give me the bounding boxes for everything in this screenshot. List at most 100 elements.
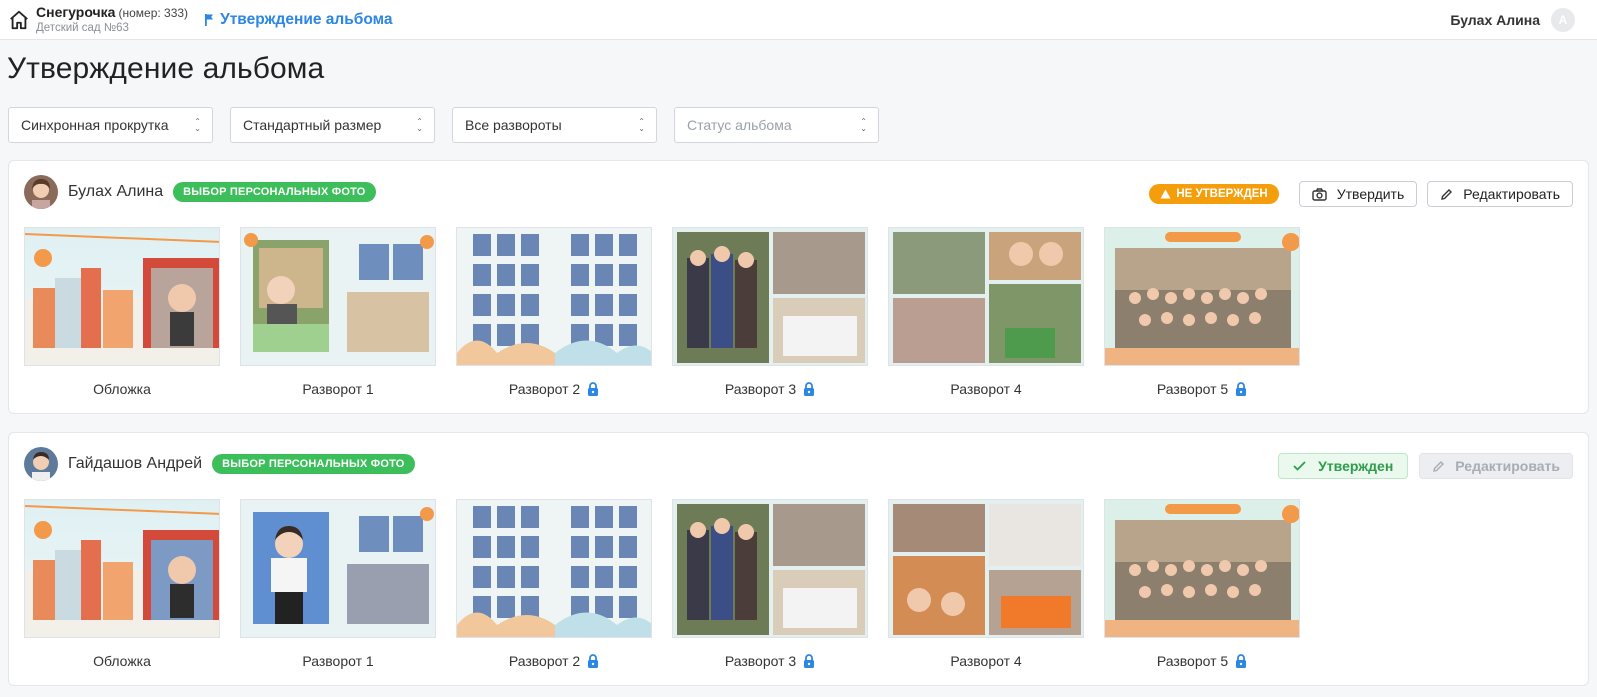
approved-status: Утвержден bbox=[1278, 453, 1409, 479]
group-number: (номер: 333) bbox=[118, 5, 189, 20]
spread-item: Разворот 3 bbox=[672, 499, 868, 670]
album-header: Гайдашов Андрей ВЫБОР ПЕРСОНАЛЬНЫХ ФОТО bbox=[24, 447, 415, 481]
approve-button[interactable]: Утвердить bbox=[1298, 181, 1418, 207]
spread-thumbnail[interactable] bbox=[240, 227, 436, 366]
spread-item: Разворот 1 bbox=[240, 227, 436, 398]
camera-icon bbox=[1312, 187, 1327, 201]
spread-label: Разворот 2 bbox=[508, 381, 581, 397]
spreads-select[interactable]: Все развороты ⌃ ⌄ bbox=[452, 107, 657, 143]
spread-item: Разворот 2 bbox=[456, 499, 652, 670]
lock-icon bbox=[804, 654, 815, 668]
spread-thumbnail[interactable] bbox=[24, 499, 220, 638]
stage-badge: ВЫБОР ПЕРСОНАЛЬНЫХ ФОТО bbox=[173, 182, 376, 202]
status-badge: НЕ УТВЕРЖДЕН bbox=[1149, 184, 1279, 204]
avatar: А bbox=[1551, 8, 1575, 32]
spread-label: Обложка bbox=[93, 381, 151, 397]
spread-item: Разворот 1 bbox=[240, 499, 436, 670]
spread-thumbnail[interactable] bbox=[1104, 499, 1300, 638]
spread-label: Разворот 1 bbox=[302, 381, 374, 397]
stage-badge: ВЫБОР ПЕРСОНАЛЬНЫХ ФОТО bbox=[212, 454, 415, 474]
spreads-row: Обложка Разворот 1 Разворот 2 Разворот 3… bbox=[24, 227, 1320, 398]
spread-label: Обложка bbox=[93, 653, 151, 669]
scroll-mode-select[interactable]: Синхронная прокрутка ⌃ ⌄ bbox=[8, 107, 213, 143]
user-name: Булах Алина bbox=[1450, 12, 1540, 28]
spread-thumbnail[interactable] bbox=[1104, 227, 1300, 366]
lock-icon bbox=[588, 382, 599, 396]
spread-caption: Разворот 2 bbox=[509, 652, 599, 670]
spread-caption: Разворот 4 bbox=[950, 652, 1021, 670]
spread-thumbnail[interactable] bbox=[888, 227, 1084, 366]
spread-thumbnail[interactable] bbox=[888, 499, 1084, 638]
album-card: Гайдашов Андрей ВЫБОР ПЕРСОНАЛЬНЫХ ФОТО … bbox=[8, 432, 1589, 686]
user-menu[interactable]: Булах Алина А bbox=[1450, 0, 1575, 40]
spread-item: Обложка bbox=[24, 227, 220, 398]
lock-icon bbox=[1236, 654, 1247, 668]
size-select[interactable]: Стандартный размер ⌃ ⌄ bbox=[230, 107, 435, 143]
pencil-icon bbox=[1433, 460, 1445, 472]
album-status-select[interactable]: Статус альбома ⌃ ⌄ bbox=[674, 107, 879, 143]
spread-item: Разворот 2 bbox=[456, 227, 652, 398]
breadcrumb[interactable]: Утверждение альбома bbox=[204, 10, 393, 29]
top-bar: Снегурочка (номер: 333) Детский сад №63 У… bbox=[0, 0, 1597, 40]
child-name: Гайдашов Андрей bbox=[68, 455, 203, 472]
spread-thumbnail[interactable] bbox=[672, 499, 868, 638]
spread-item: Разворот 4 bbox=[888, 499, 1084, 670]
home-icon[interactable] bbox=[8, 9, 30, 31]
chevron-updown-icon: ⌃ ⌄ bbox=[860, 117, 867, 133]
spread-caption: Разворот 1 bbox=[302, 380, 373, 398]
group-name: Снегурочка bbox=[36, 3, 116, 20]
spread-caption: Разворот 3 bbox=[725, 380, 815, 398]
flag-icon bbox=[205, 13, 214, 26]
spread-item: Разворот 5 bbox=[1104, 227, 1300, 398]
spread-thumbnail[interactable] bbox=[24, 227, 220, 366]
spread-label: Разворот 5 bbox=[1156, 381, 1229, 397]
page-title: Утверждение альбома bbox=[7, 52, 325, 85]
album-status-placeholder: Статус альбома bbox=[687, 117, 792, 133]
breadcrumb-label: Утверждение альбома bbox=[220, 10, 393, 28]
edit-button: Редактировать bbox=[1419, 453, 1573, 479]
spread-label: Разворот 4 bbox=[950, 653, 1022, 669]
album-actions: НЕ УТВЕРЖДЕН Утвердить Редактировать bbox=[1149, 181, 1573, 207]
chevron-updown-icon: ⌃ ⌄ bbox=[416, 117, 423, 133]
spreads-value: Все развороты bbox=[465, 117, 562, 133]
album-card: Булах Алина ВЫБОР ПЕРСОНАЛЬНЫХ ФОТО НЕ У… bbox=[8, 160, 1589, 414]
lock-icon bbox=[588, 654, 599, 668]
spread-thumbnail[interactable] bbox=[456, 227, 652, 366]
edit-label: Редактировать bbox=[1455, 458, 1560, 474]
spread-item: Разворот 5 bbox=[1104, 499, 1300, 670]
child-avatar bbox=[24, 447, 58, 481]
album-header: Булах Алина ВЫБОР ПЕРСОНАЛЬНЫХ ФОТО bbox=[24, 175, 376, 209]
size-value: Стандартный размер bbox=[243, 117, 382, 133]
spread-label: Разворот 3 bbox=[724, 381, 797, 397]
chevron-updown-icon: ⌃ ⌄ bbox=[194, 117, 201, 133]
spread-caption: Обложка bbox=[93, 652, 151, 670]
kindergarten-name: Детский сад №63 bbox=[36, 21, 129, 34]
check-icon bbox=[1293, 461, 1306, 471]
chevron-updown-icon: ⌃ ⌄ bbox=[638, 117, 645, 133]
scroll-mode-value: Синхронная прокрутка bbox=[21, 117, 169, 133]
spreads-row: Обложка Разворот 1 Разворот 2 Разворот 3… bbox=[24, 499, 1320, 670]
approved-label: Утвержден bbox=[1318, 458, 1394, 474]
edit-label: Редактировать bbox=[1463, 186, 1560, 202]
pencil-icon bbox=[1441, 188, 1453, 200]
spread-item: Обложка bbox=[24, 499, 220, 670]
spread-thumbnail[interactable] bbox=[456, 499, 652, 638]
spread-caption: Разворот 2 bbox=[509, 380, 599, 398]
spread-thumbnail[interactable] bbox=[240, 499, 436, 638]
spread-label: Разворот 4 bbox=[950, 381, 1022, 397]
spread-item: Разворот 3 bbox=[672, 227, 868, 398]
child-avatar bbox=[24, 175, 58, 209]
spread-caption: Обложка bbox=[93, 380, 151, 398]
spread-label: Разворот 5 bbox=[1156, 653, 1229, 669]
approve-label: Утвердить bbox=[1336, 186, 1405, 202]
spread-caption: Разворот 5 bbox=[1157, 652, 1247, 670]
spread-caption: Разворот 5 bbox=[1157, 380, 1247, 398]
spread-label: Разворот 1 bbox=[302, 653, 374, 669]
edit-button[interactable]: Редактировать bbox=[1427, 181, 1573, 207]
spread-caption: Разворот 1 bbox=[302, 652, 373, 670]
spread-caption: Разворот 4 bbox=[950, 380, 1021, 398]
spread-caption: Разворот 3 bbox=[725, 652, 815, 670]
lock-icon bbox=[1236, 382, 1247, 396]
spread-thumbnail[interactable] bbox=[672, 227, 868, 366]
lock-icon bbox=[804, 382, 815, 396]
